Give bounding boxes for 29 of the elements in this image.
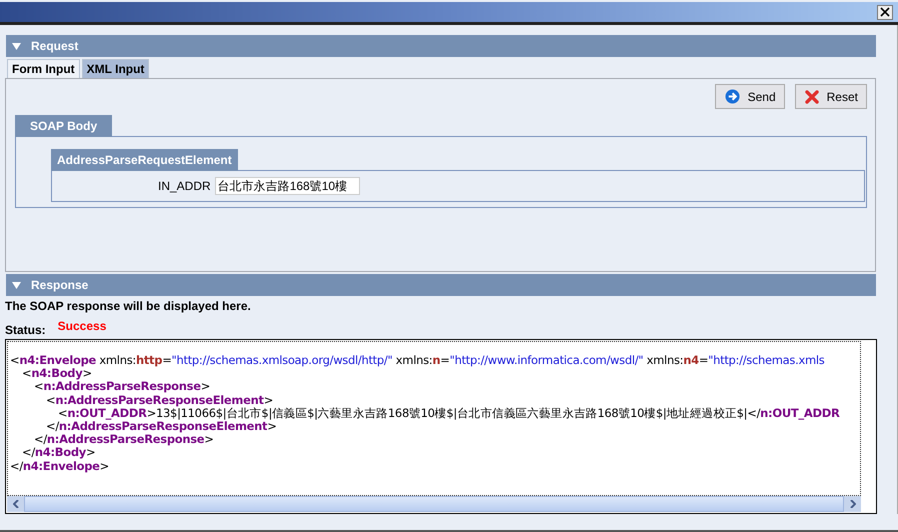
xml-line: </n4:Body> [21,446,96,460]
scroll-right-button[interactable] [844,496,861,512]
xml-line: <n4:Body> [22,367,92,380]
send-button[interactable]: Send [714,84,785,109]
xml-line: </n:AddressParseResponseElement> [45,420,278,434]
group-header: SOAP Body [15,115,112,137]
input-field[interactable]: 台北市永吉路168號10樓 [214,177,360,195]
xml-line: <n4:Envelope xmlns:http="http://schemas.xmlsoap.org/wsdl/http/" xmlns:n="http://www.informatica.com/wsdl/" xmlns:n4="http://schemas.xmls [10,354,826,368]
xml-line: <n:AddressParseResponseElement> [45,394,274,407]
xml-line: </n:AddressParseResponse> [33,433,214,446]
chevron-right-icon [850,500,856,508]
response-message: The SOAP response will be displayed here. [5,299,252,313]
section-title: Response [31,278,88,292]
field-label: IN_ADDR [158,179,211,193]
tab[interactable]: Form Input [7,59,80,78]
status-label: Status: [5,323,46,337]
xml-line: </n4:Envelope> [10,460,110,473]
chevron-left-icon [12,500,18,508]
xml-line: <n:OUT_ADDR>13$|11066$|台北市$|信義區$|六藝里永吉路168號10樓$|台北市信義區六藝里永吉路168號10樓$|地址經過校正$|</n:OUT_ADDR [58,406,840,420]
close-button[interactable] [877,4,893,20]
scroll-left-button[interactable] [7,496,24,512]
section-title: Request [31,39,78,53]
arrow-icon [724,89,740,104]
reset-button[interactable]: Reset [794,84,867,109]
status-value: Success [58,319,106,333]
group-header: AddressParseRequestElement [51,149,238,171]
cross-icon [804,90,819,104]
tab[interactable]: XML Input [82,59,150,78]
xml-line: <n:AddressParseResponse> [34,380,212,394]
